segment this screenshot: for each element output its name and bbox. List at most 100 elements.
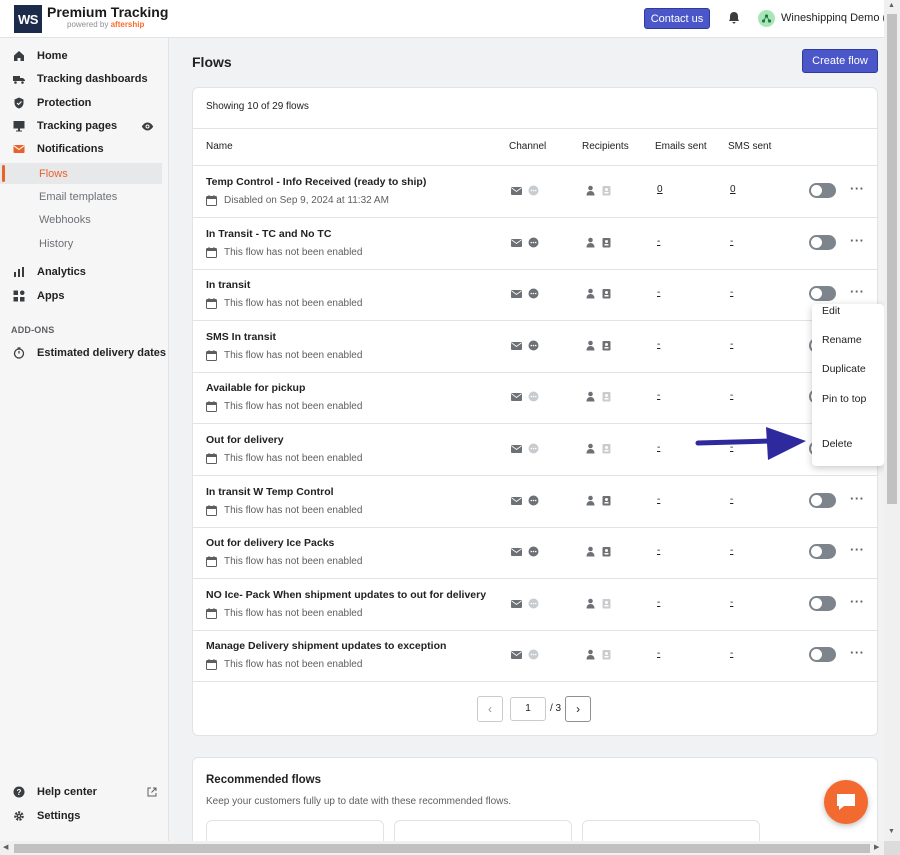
- logo[interactable]: WS: [14, 5, 42, 33]
- account-avatar[interactable]: [758, 10, 775, 27]
- flow-name[interactable]: In Transit - TC and No TC: [206, 228, 331, 240]
- prev-page-button[interactable]: ‹: [477, 695, 503, 722]
- sidebar: Home Tracking dashboards Protection Trac…: [0, 38, 169, 841]
- scroll-left-icon[interactable]: ◀: [3, 843, 8, 851]
- sidebar-item-tracking-pages[interactable]: Tracking pages: [0, 115, 169, 137]
- sidebar-subitem-flows[interactable]: Flows: [0, 163, 162, 184]
- sms-sent[interactable]: -: [730, 597, 733, 608]
- flow-name[interactable]: Temp Control - Info Received (ready to s…: [206, 176, 426, 188]
- create-flow-button[interactable]: Create flow: [802, 49, 878, 73]
- table-row[interactable]: NO Ice- Pack When shipment updates to ou…: [193, 579, 877, 631]
- external-link-icon[interactable]: [147, 787, 157, 797]
- flow-name[interactable]: SMS In transit: [206, 331, 276, 343]
- flow-toggle[interactable]: [809, 492, 836, 508]
- flow-name[interactable]: Available for pickup: [206, 382, 305, 394]
- sms-sent[interactable]: -: [730, 494, 733, 505]
- eye-icon[interactable]: [141, 122, 154, 131]
- table-row[interactable]: Temp Control - Info Received (ready to s…: [193, 166, 877, 218]
- email-channel-icon: [511, 445, 522, 453]
- account-name[interactable]: Wineshippinq Demo (...: [781, 12, 895, 24]
- menu-item-edit[interactable]: Edit: [822, 304, 874, 318]
- more-actions-icon[interactable]: ···: [850, 543, 865, 556]
- table-row[interactable]: SMS In transit This flow has not been ena…: [193, 321, 877, 373]
- more-actions-icon[interactable]: ···: [850, 182, 865, 195]
- flow-name[interactable]: In transit: [206, 279, 250, 291]
- flow-name[interactable]: NO Ice- Pack When shipment updates to ou…: [206, 589, 486, 601]
- table-row[interactable]: Out for delivery Ice Packs This flow has …: [193, 527, 877, 580]
- addons-heading: ADD-ONS: [11, 325, 55, 335]
- emails-sent[interactable]: -: [657, 287, 660, 298]
- table-row[interactable]: Manage Delivery shipment updates to exce…: [193, 630, 877, 683]
- emails-sent[interactable]: -: [657, 390, 660, 401]
- vertical-scrollbar[interactable]: ▲ ▼: [884, 0, 900, 841]
- flow-toggle[interactable]: [809, 595, 836, 611]
- menu-item-rename[interactable]: Rename: [822, 333, 874, 347]
- flow-name[interactable]: Manage Delivery shipment updates to exce…: [206, 640, 446, 652]
- sidebar-subitem-history[interactable]: History: [0, 233, 169, 254]
- sms-sent[interactable]: -: [730, 545, 733, 556]
- sms-sent[interactable]: -: [730, 648, 733, 659]
- emails-sent[interactable]: -: [657, 494, 660, 505]
- table-row[interactable]: In Transit - TC and No TC This flow has n…: [193, 218, 877, 270]
- sidebar-item-settings[interactable]: Settings: [0, 805, 169, 827]
- flow-name[interactable]: In transit W Temp Control: [206, 486, 334, 498]
- email-channel-icon: [511, 548, 522, 557]
- more-actions-icon[interactable]: ···: [850, 595, 865, 608]
- menu-item-delete[interactable]: Delete: [822, 437, 874, 451]
- sidebar-item-estimated-delivery-dates[interactable]: Estimated delivery dates: [0, 342, 169, 364]
- emails-sent[interactable]: -: [657, 236, 660, 247]
- more-actions-icon[interactable]: ···: [850, 492, 865, 505]
- sidebar-item-protection[interactable]: Protection: [0, 92, 169, 114]
- sidebar-item-tracking-dashboards[interactable]: Tracking dashboards: [0, 68, 169, 90]
- flow-toggle[interactable]: [809, 544, 836, 560]
- sms-sent[interactable]: -: [730, 390, 733, 401]
- sidebar-subitem-webhooks[interactable]: Webhooks: [0, 209, 169, 230]
- flow-name[interactable]: Out for delivery Ice Packs: [206, 537, 334, 549]
- flow-toggle[interactable]: [809, 234, 836, 250]
- horizontal-scrollbar-thumb[interactable]: [14, 844, 870, 853]
- more-actions-icon[interactable]: ···: [850, 234, 865, 247]
- person-icon: [586, 546, 595, 557]
- sidebar-item-analytics[interactable]: Analytics: [0, 261, 169, 283]
- chat-button[interactable]: [824, 780, 868, 824]
- flow-toggle[interactable]: [809, 286, 836, 302]
- flow-toggle[interactable]: [809, 647, 836, 663]
- scroll-right-icon[interactable]: ▶: [874, 843, 879, 851]
- next-page-button[interactable]: ›: [565, 695, 592, 722]
- sidebar-item-help-center[interactable]: ? Help center: [0, 781, 169, 803]
- table-row[interactable]: In transit W Temp Control This flow has n…: [193, 476, 877, 528]
- emails-sent[interactable]: -: [657, 648, 660, 659]
- more-actions-icon[interactable]: ···: [850, 646, 865, 659]
- sms-sent[interactable]: -: [730, 236, 733, 247]
- emails-sent[interactable]: -: [657, 597, 660, 608]
- sidebar-item-apps[interactable]: Apps: [0, 285, 169, 307]
- contact-us-button[interactable]: Contact us: [644, 8, 710, 29]
- timer-icon: [13, 347, 25, 359]
- sidebar-subitem-email-templates[interactable]: Email templates: [0, 186, 169, 207]
- sms-channel-icon: [528, 546, 539, 557]
- bell-icon[interactable]: [727, 11, 741, 25]
- more-actions-icon[interactable]: ···: [850, 285, 865, 298]
- flow-toggle[interactable]: [809, 183, 836, 198]
- emails-sent[interactable]: -: [657, 442, 660, 453]
- page-number-input[interactable]: 1: [510, 696, 546, 721]
- sms-sent[interactable]: -: [730, 339, 733, 350]
- flow-status: This flow has not been enabled: [206, 246, 362, 258]
- table-row[interactable]: In transit This flow has not been enabled…: [193, 269, 877, 322]
- menu-item-pin-to-top[interactable]: Pin to top: [822, 392, 874, 406]
- flow-name[interactable]: Out for delivery: [206, 434, 284, 446]
- emails-sent[interactable]: 0: [657, 184, 663, 195]
- sms-sent[interactable]: 0: [730, 184, 736, 195]
- scroll-up-icon[interactable]: ▲: [888, 2, 895, 9]
- menu-item-duplicate[interactable]: Duplicate: [822, 362, 874, 376]
- emails-sent[interactable]: -: [657, 339, 660, 350]
- emails-sent[interactable]: -: [657, 545, 660, 556]
- table-row[interactable]: Available for pickup This flow has not be…: [193, 372, 877, 425]
- scroll-down-icon[interactable]: ▼: [888, 828, 895, 835]
- sidebar-item-label: Home: [37, 50, 68, 62]
- vertical-scrollbar-thumb[interactable]: [887, 14, 897, 504]
- sidebar-item-home[interactable]: Home: [0, 45, 169, 67]
- horizontal-scrollbar[interactable]: ◀ ▶: [0, 841, 884, 855]
- sms-sent[interactable]: -: [730, 287, 733, 298]
- sidebar-item-notifications[interactable]: Notifications: [0, 138, 169, 160]
